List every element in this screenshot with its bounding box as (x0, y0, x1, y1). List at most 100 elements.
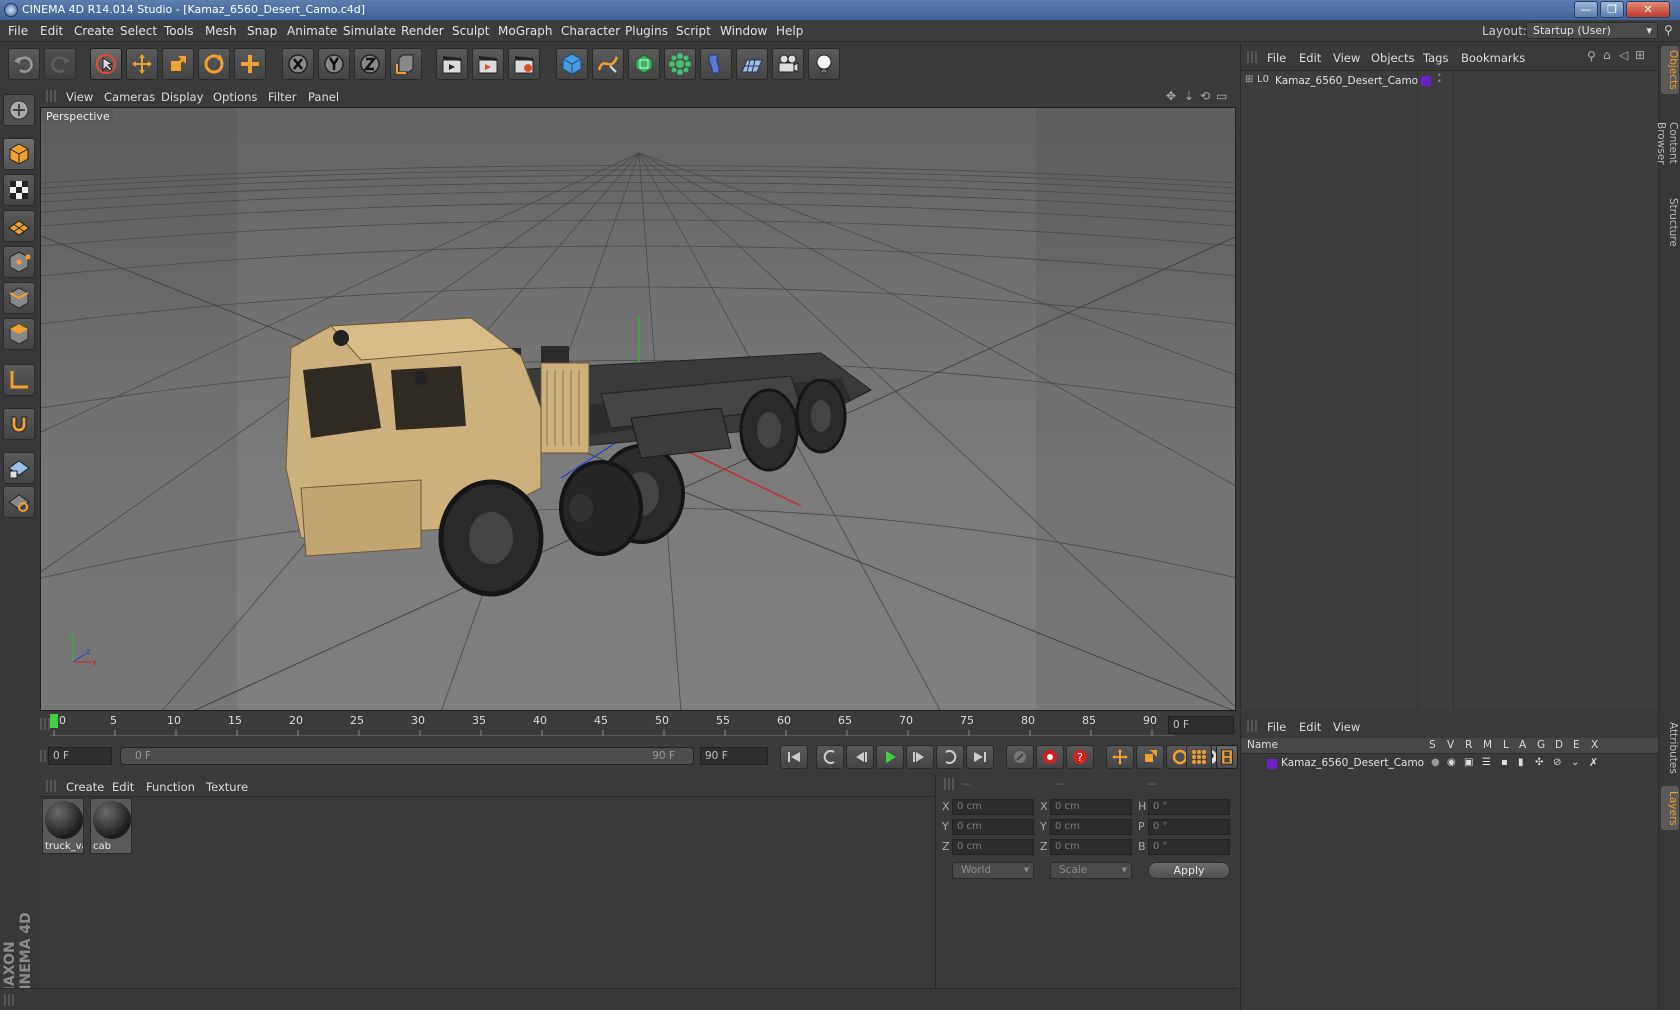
menu-mesh[interactable]: Mesh (205, 24, 237, 38)
timeline-ruler[interactable]: 0 5 10 15 20 25 30 35 40 45 50 55 60 65 … (40, 712, 1236, 738)
column-deformers[interactable]: D (1555, 739, 1563, 751)
autokey-button[interactable] (1036, 745, 1064, 769)
record-position-button[interactable] (1106, 745, 1134, 769)
viewport-menu-panel[interactable]: Panel (308, 90, 339, 104)
keyframe-selection-button[interactable]: ? (1066, 745, 1094, 769)
menu-character[interactable]: Character (561, 24, 620, 38)
tab-attributes[interactable]: Attributes (1661, 714, 1679, 782)
objects-menu-view[interactable]: View (1333, 51, 1360, 65)
apply-button[interactable]: Apply (1148, 862, 1230, 879)
undo-button[interactable] (8, 48, 40, 80)
menu-window[interactable]: Window (720, 24, 767, 38)
render-icon[interactable]: ▣ (1464, 757, 1473, 768)
perspective-viewport[interactable]: Perspective y x z (40, 107, 1236, 711)
solo-dot-icon[interactable]: ● (1431, 757, 1440, 768)
spline-button[interactable] (592, 48, 624, 80)
planar-workplane-button[interactable] (3, 486, 35, 518)
pla-key-button[interactable] (1186, 745, 1212, 769)
render-settings-button[interactable] (508, 48, 540, 80)
menu-script[interactable]: Script (676, 24, 711, 38)
current-frame-field[interactable]: 0 F (1168, 716, 1234, 734)
goto-end-button[interactable] (966, 745, 994, 769)
rotation-p-field[interactable]: 0 ° (1148, 819, 1230, 835)
y-axis-button[interactable] (318, 48, 350, 80)
column-name[interactable]: Name (1247, 739, 1278, 751)
coordinate-mode-select[interactable]: World ▾ (952, 862, 1034, 879)
rotation-h-field[interactable]: 0 ° (1148, 799, 1230, 815)
viewport-menu-display[interactable]: Display (161, 90, 203, 104)
size-z-field[interactable]: 0 cm (1050, 839, 1132, 855)
layers-menu-file[interactable]: File (1267, 720, 1286, 734)
objects-menu-tags[interactable]: Tags (1423, 51, 1448, 65)
deformer-button[interactable] (700, 48, 732, 80)
objects-menu-bookmarks[interactable]: Bookmarks (1461, 51, 1525, 65)
column-expressions[interactable]: E (1573, 739, 1580, 751)
size-x-field[interactable]: 0 cm (1050, 799, 1132, 815)
live-selection-button[interactable] (90, 48, 122, 80)
material-menu-edit[interactable]: Edit (112, 780, 134, 794)
redo-button[interactable] (44, 48, 76, 80)
layers-menu-view[interactable]: View (1333, 720, 1360, 734)
viewport-menu-options[interactable]: Options (213, 90, 257, 104)
record-active-button[interactable] (1006, 745, 1034, 769)
layout-select[interactable]: Startup (User) ▾ (1526, 22, 1658, 39)
position-x-field[interactable]: 0 cm (952, 799, 1034, 815)
edges-mode-button[interactable] (3, 282, 35, 314)
dolly-view-icon[interactable]: ⇣ (1184, 89, 1194, 103)
objects-menu-file[interactable]: File (1267, 51, 1286, 65)
cube-primitive-button[interactable] (556, 48, 588, 80)
navigate-icon[interactable]: ◁ (1619, 48, 1628, 62)
add-tool-button[interactable] (234, 48, 266, 80)
pan-view-icon[interactable]: ✥ (1166, 89, 1176, 103)
layer-color-swatch[interactable] (1267, 759, 1277, 769)
visibility-dots-icon[interactable]: • • (1437, 72, 1442, 86)
frame-range-slider[interactable]: 0 F 90 F (120, 747, 694, 765)
start-frame-field[interactable]: 0 F (48, 747, 112, 765)
nurbs-button[interactable] (628, 48, 660, 80)
home-icon[interactable]: ⌂ (1603, 48, 1611, 62)
viewport-menu-filter[interactable]: Filter (268, 90, 296, 104)
film-icon[interactable]: ▮ (1518, 757, 1524, 768)
prev-key-button[interactable] (816, 745, 844, 769)
tab-layers[interactable]: Layers (1661, 786, 1679, 830)
menu-create[interactable]: Create (74, 24, 114, 38)
maximize-button[interactable]: ❐ (1600, 1, 1624, 18)
next-frame-button[interactable] (906, 745, 934, 769)
objects-menu-objects[interactable]: Objects (1371, 51, 1414, 65)
rotate-view-icon[interactable]: ⟲ (1200, 89, 1210, 103)
timeline-track[interactable]: 0 5 10 15 20 25 30 35 40 45 50 55 60 65 … (50, 712, 1174, 736)
eye-icon[interactable]: ◉ (1447, 757, 1456, 768)
scale-tool-button[interactable] (162, 48, 194, 80)
prev-frame-button[interactable] (846, 745, 874, 769)
model-mode-button[interactable] (3, 138, 35, 170)
tab-objects[interactable]: Objects (1661, 46, 1679, 94)
viewport-menu-view[interactable]: View (66, 90, 93, 104)
menu-render[interactable]: Render (401, 24, 444, 38)
menu-plugins[interactable]: Plugins (625, 24, 668, 38)
new-window-icon[interactable]: ⊞ (1635, 48, 1645, 62)
material-swatch[interactable]: cab (90, 798, 132, 854)
make-editable-button[interactable] (3, 94, 35, 126)
material-menu-texture[interactable]: Texture (206, 780, 248, 794)
column-render[interactable]: R (1465, 739, 1472, 751)
texture-mode-button[interactable] (3, 174, 35, 206)
material-swatch[interactable]: truck_va (42, 798, 84, 854)
column-locked[interactable]: L (1503, 739, 1509, 751)
menu-sculpt[interactable]: Sculpt (452, 24, 489, 38)
floor-button[interactable] (736, 48, 768, 80)
workplane-mode-button[interactable] (3, 210, 35, 242)
next-key-button[interactable] (936, 745, 964, 769)
maximize-view-icon[interactable]: ▭ (1216, 89, 1227, 103)
tab-content-browser[interactable]: Content Browser (1655, 98, 1679, 188)
position-z-field[interactable]: 0 cm (952, 839, 1034, 855)
polygons-mode-button[interactable] (3, 318, 35, 350)
column-xref[interactable]: X (1591, 739, 1598, 751)
xref-icon[interactable]: ✗ (1589, 756, 1598, 769)
position-y-field[interactable]: 0 cm (952, 819, 1034, 835)
layer-row[interactable]: Kamaz_6560_Desert_Camo ● ◉ ▣ ☰ ▪ ▮ ✣ ⊘ ⌄… (1241, 756, 1659, 772)
rotation-b-field[interactable]: 0 ° (1148, 839, 1230, 855)
timeline-window-button[interactable] (1216, 745, 1238, 769)
record-scale-button[interactable] (1136, 745, 1164, 769)
menu-simulate[interactable]: Simulate (343, 24, 396, 38)
tree-row[interactable]: ⊞ L0 Kamaz_6560_Desert_Camo • • (1241, 72, 1659, 91)
